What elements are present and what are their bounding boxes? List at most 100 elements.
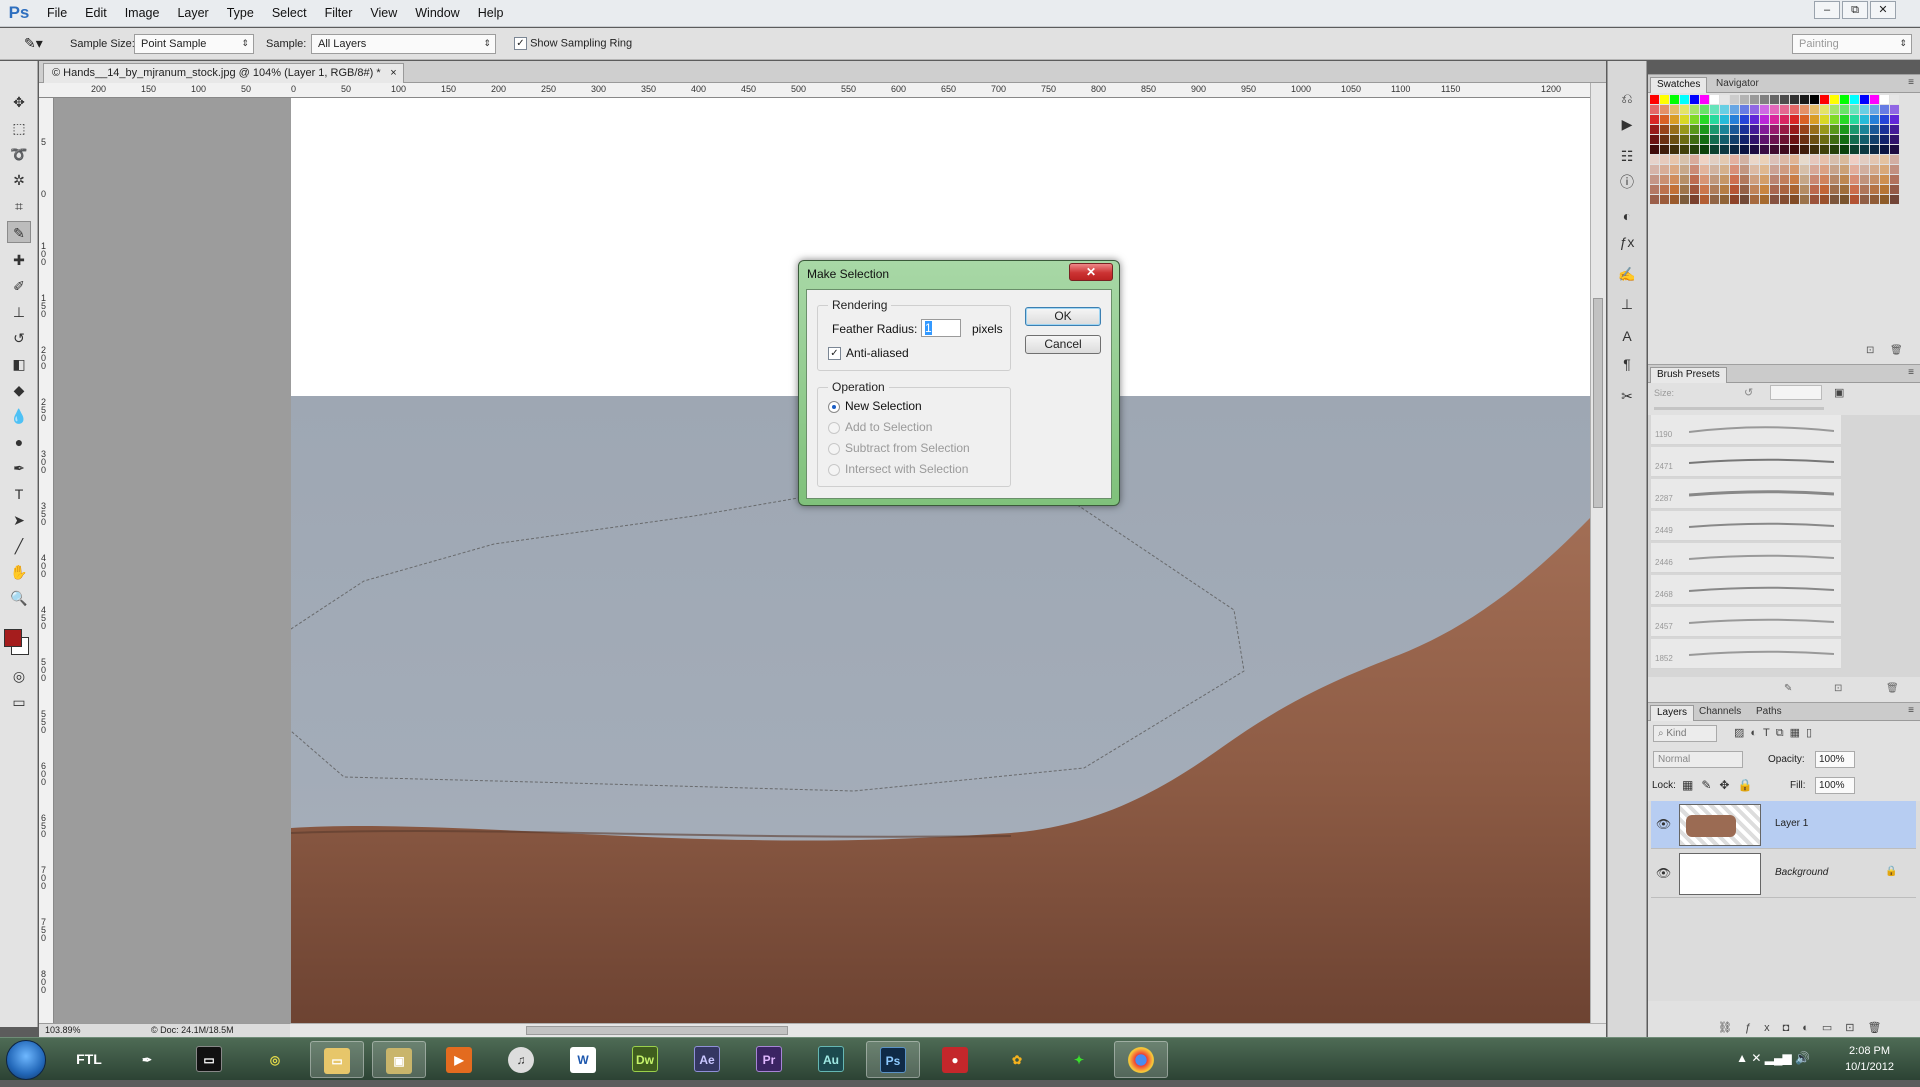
taskbar-dreamweaver[interactable]: Dw (618, 1041, 672, 1078)
new-brush-icon[interactable]: ⊡ (1834, 683, 1842, 694)
color-swatch[interactable] (1850, 165, 1859, 174)
taskbar-fl-studio[interactable]: ✿ (990, 1041, 1044, 1078)
color-swatch[interactable] (1870, 165, 1879, 174)
brush-icon[interactable]: ✍ (1616, 263, 1638, 285)
color-swatch[interactable] (1700, 125, 1709, 134)
color-swatch[interactable] (1800, 165, 1809, 174)
brush-options-icon[interactable]: ▣ (1834, 386, 1844, 399)
brush-preset[interactable]: 2468 (1651, 575, 1841, 605)
color-swatch[interactable] (1820, 135, 1829, 144)
brush-tool-icon[interactable]: ✐ (7, 275, 31, 297)
menu-select[interactable]: Select (263, 0, 316, 27)
color-swatch[interactable] (1650, 125, 1659, 134)
color-swatch[interactable] (1800, 95, 1809, 104)
sample-size-select[interactable]: Point Sample ⇕ (134, 34, 254, 54)
color-swatch[interactable] (1820, 115, 1829, 124)
color-swatch[interactable] (1790, 145, 1799, 154)
clone-stamp-tool-icon[interactable]: ⊥ (7, 301, 31, 323)
menu-help[interactable]: Help (469, 0, 513, 27)
color-swatch[interactable] (1880, 155, 1889, 164)
taskbar-audition[interactable]: Au (804, 1041, 858, 1078)
layer-filter-icons[interactable]: ▨◐T⧉▦▯ (1734, 726, 1818, 740)
color-swatch[interactable] (1830, 125, 1839, 134)
color-swatch[interactable] (1650, 95, 1659, 104)
color-swatch[interactable] (1720, 145, 1729, 154)
color-swatch[interactable] (1890, 135, 1899, 144)
color-swatch[interactable] (1830, 185, 1839, 194)
color-swatch[interactable] (1850, 195, 1859, 204)
panel-menu-icon[interactable]: ≡ (1908, 367, 1914, 378)
tab-channels[interactable]: Channels (1693, 705, 1747, 721)
color-swatch[interactable] (1780, 185, 1789, 194)
ok-button[interactable]: OK (1025, 307, 1101, 326)
color-swatch[interactable] (1800, 155, 1809, 164)
taskbar-app-tool[interactable]: ▣ (372, 1041, 426, 1078)
canvas-area[interactable] (54, 98, 1590, 1023)
lock-icons[interactable]: ▦✎✥🔒 (1682, 778, 1760, 792)
color-swatch[interactable] (1880, 185, 1889, 194)
taskbar-app-swirl[interactable]: ◎ (248, 1041, 302, 1078)
color-swatch[interactable] (1670, 105, 1679, 114)
move-tool-icon[interactable]: ✥ (7, 91, 31, 113)
color-swatch[interactable] (1700, 165, 1709, 174)
color-swatch[interactable] (1650, 195, 1659, 204)
color-swatch[interactable] (1740, 145, 1749, 154)
color-swatch[interactable] (1890, 195, 1899, 204)
color-swatch[interactable] (1710, 125, 1719, 134)
color-swatch[interactable] (1670, 95, 1679, 104)
color-swatch[interactable] (1840, 135, 1849, 144)
layer-row-background[interactable]: 👁 Background 🔒 (1651, 850, 1916, 898)
zoom-tool-icon[interactable]: 🔍 (7, 587, 31, 609)
color-swatch[interactable] (1800, 195, 1809, 204)
color-swatch[interactable] (1710, 165, 1719, 174)
color-swatch[interactable] (1700, 195, 1709, 204)
color-swatch[interactable] (1880, 195, 1889, 204)
color-swatch[interactable] (1780, 175, 1789, 184)
color-swatch[interactable] (1870, 195, 1879, 204)
color-swatch[interactable] (1770, 105, 1779, 114)
color-swatch[interactable] (1810, 135, 1819, 144)
color-swatch[interactable] (1690, 155, 1699, 164)
color-swatch[interactable] (1890, 125, 1899, 134)
color-swatch[interactable] (1720, 135, 1729, 144)
trash-icon[interactable]: 🗑 (1886, 683, 1899, 694)
blur-tool-icon[interactable]: 💧 (7, 405, 31, 427)
color-swatch[interactable] (1800, 175, 1809, 184)
color-swatch[interactable] (1650, 145, 1659, 154)
color-swatch[interactable] (1750, 185, 1759, 194)
brush-preset[interactable]: 2287 (1651, 479, 1841, 509)
color-swatch[interactable] (1680, 95, 1689, 104)
brush-preset[interactable]: 1852 (1651, 639, 1841, 669)
workspace-select[interactable]: Painting ⇕ (1792, 34, 1912, 54)
color-swatch[interactable] (1790, 155, 1799, 164)
quick-select-tool-icon[interactable]: ✲ (7, 169, 31, 191)
color-swatch[interactable] (1710, 95, 1719, 104)
color-swatch[interactable] (1680, 165, 1689, 174)
color-swatch[interactable] (1750, 115, 1759, 124)
color-swatch[interactable] (1840, 155, 1849, 164)
color-swatch[interactable] (1700, 175, 1709, 184)
color-swatch[interactable] (1740, 185, 1749, 194)
color-swatch[interactable] (1760, 165, 1769, 174)
color-swatch[interactable] (1700, 185, 1709, 194)
color-swatch[interactable] (1840, 145, 1849, 154)
color-swatch[interactable] (1820, 95, 1829, 104)
taskbar-razer[interactable]: ✦ (1052, 1041, 1106, 1078)
tab-navigator[interactable]: Navigator (1710, 77, 1765, 93)
tab-layers[interactable]: Layers (1650, 705, 1695, 721)
color-swatch[interactable] (1890, 185, 1899, 194)
color-swatch[interactable] (1790, 105, 1799, 114)
opacity-input[interactable]: 100% (1815, 751, 1855, 768)
adjustments-icon[interactable]: ☷ (1616, 145, 1638, 167)
vertical-scroll-thumb[interactable] (1593, 298, 1603, 508)
taskbar-media-player[interactable]: ▶ (432, 1041, 486, 1078)
color-swatch[interactable] (1730, 185, 1739, 194)
color-swatch[interactable] (1670, 185, 1679, 194)
color-swatch[interactable] (1720, 185, 1729, 194)
color-swatch[interactable] (1720, 165, 1729, 174)
color-swatch[interactable] (1810, 115, 1819, 124)
color-swatch[interactable] (1750, 175, 1759, 184)
color-swatch[interactable] (1870, 145, 1879, 154)
color-swatch[interactable] (1770, 165, 1779, 174)
color-swatch[interactable] (1710, 105, 1719, 114)
